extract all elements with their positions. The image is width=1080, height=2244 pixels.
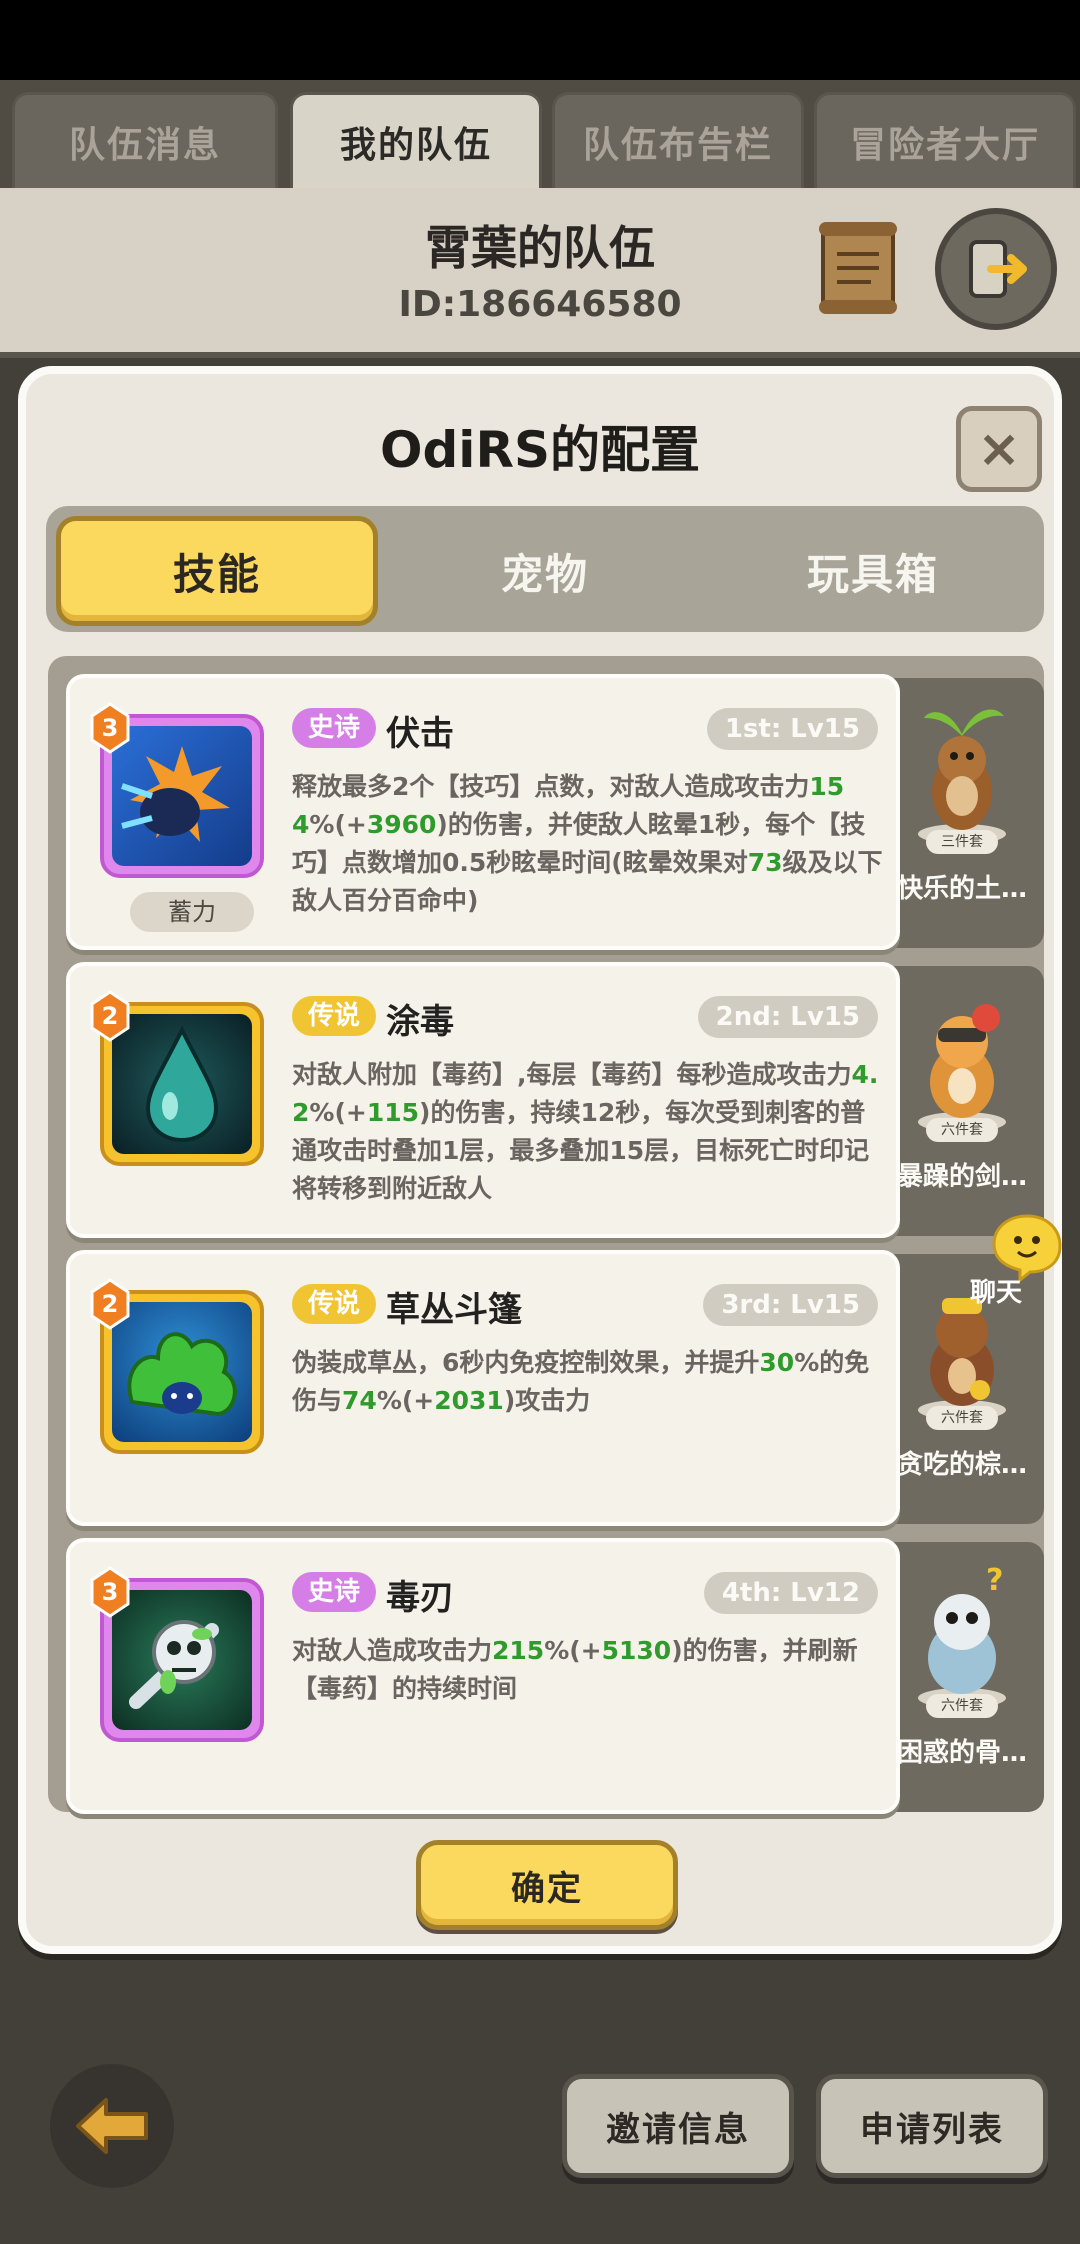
- scroll-icon[interactable]: [815, 218, 901, 318]
- pet-name: 困惑的骨…: [896, 1738, 1027, 1768]
- skill-name: 涂毒: [386, 1002, 454, 1042]
- tab-bar: 队伍消息 我的队伍 队伍布告栏 冒险者大厅: [0, 80, 1080, 188]
- pet-figure-icon: ?: [918, 1563, 1006, 1708]
- pet-name: 快乐的土…: [896, 874, 1027, 904]
- close-button[interactable]: ×: [956, 406, 1042, 492]
- exit-icon: [969, 240, 1027, 298]
- rarity-badge: 史诗: [292, 1572, 377, 1612]
- tab-team-messages[interactable]: 队伍消息: [12, 92, 278, 188]
- config-dialog: OdiRS的配置 × 技能 宠物 玩具箱 三件套 快乐的土… 六件套 暴躁的剑……: [18, 366, 1062, 1954]
- tab-team-board[interactable]: 队伍布告栏: [552, 92, 804, 188]
- pet-item[interactable]: 三件套 快乐的土…: [880, 678, 1044, 948]
- skill-level-badge: 2: [90, 1278, 130, 1330]
- skill-description: 对敌人造成攻击力215%(+5130)的伤害，并刷新【毒药】的持续时间: [292, 1636, 858, 1703]
- skill-card[interactable]: 3 史诗 毒刃 4th: Lv12 对敌人造成攻击力215%(+5130)的伤害…: [66, 1538, 900, 1814]
- skill-slot-level: 2nd: Lv15: [697, 996, 878, 1038]
- dialog-title: OdiRS的配置: [380, 421, 700, 479]
- svg-text:2: 2: [102, 1290, 119, 1318]
- ambush-icon: [121, 746, 230, 842]
- back-arrow-icon: [76, 2098, 148, 2154]
- skill-card[interactable]: 2 传说 草丛斗篷 3rd: Lv15 伪装成草丛，6秒内免疫控制效果，并提升3…: [66, 1250, 900, 1526]
- skill-level-badge: 3: [90, 702, 130, 754]
- tab-adventurer-hall[interactable]: 冒险者大厅: [814, 92, 1076, 188]
- back-button[interactable]: [50, 2064, 174, 2188]
- skill-slot-level: 4th: Lv12: [703, 1572, 878, 1614]
- skill-name: 伏击: [386, 714, 454, 754]
- pet-item[interactable]: ? 六件套 困惑的骨…: [880, 1542, 1044, 1812]
- skill-level-badge: 3: [90, 1566, 130, 1618]
- pet-set-badge: 三件套: [926, 830, 998, 854]
- skill-level-badge: 2: [90, 990, 130, 1042]
- pet-set-badge: 六件套: [926, 1118, 998, 1142]
- pet-figure-icon: [918, 1004, 1006, 1132]
- chat-label: 聊天: [970, 1278, 1023, 1308]
- skill-card[interactable]: 3 蓄力 史诗 伏击 1st: Lv15 释放最多2个【技巧】点数，对敌人造成攻…: [66, 674, 900, 950]
- config-tabs: 技能 宠物 玩具箱: [46, 506, 1044, 632]
- tab-pets[interactable]: 宠物: [384, 516, 706, 626]
- rarity-badge: 传说: [292, 1284, 377, 1324]
- svg-text:?: ?: [986, 1563, 1003, 1598]
- rarity-badge: 传说: [292, 996, 377, 1036]
- team-header: 霄葉的队伍 ID:186646580: [0, 188, 1080, 358]
- skill-list: 三件套 快乐的土… 六件套 暴躁的剑… 六件套 贪吃的棕… ? 六件套 困惑的骨…: [48, 656, 1044, 1814]
- tab-toybox[interactable]: 玩具箱: [712, 516, 1034, 626]
- team-name: 霄葉的队伍: [425, 221, 655, 275]
- poison-blade-icon: [129, 1620, 219, 1709]
- svg-text:3: 3: [102, 714, 119, 742]
- tab-my-team[interactable]: 我的队伍: [290, 92, 542, 188]
- skill-type-tag: 蓄力: [130, 892, 254, 932]
- skill-slot-level: 1st: Lv15: [706, 708, 878, 750]
- skill-description: 释放最多2个【技巧】点数，对敌人造成攻击力154%(+3960)的伤害，并使敌人…: [292, 772, 883, 915]
- exit-team-button[interactable]: [935, 208, 1057, 330]
- skill-name: 草丛斗篷: [386, 1290, 522, 1330]
- status-bar: [0, 0, 1080, 80]
- rarity-badge: 史诗: [292, 708, 377, 748]
- pet-figure-icon: [918, 709, 1006, 844]
- skill-card[interactable]: 2 传说 涂毒 2nd: Lv15 对敌人附加【毒药】,每层【毒药】每秒造成攻击…: [66, 962, 900, 1238]
- pet-set-badge: 六件套: [926, 1406, 998, 1430]
- pet-name: 暴躁的剑…: [896, 1162, 1027, 1192]
- poison-drop-icon: [145, 1025, 219, 1143]
- bush-cloak-icon: [127, 1332, 237, 1417]
- skill-name: 毒刃: [386, 1578, 454, 1618]
- confirm-button[interactable]: 确定: [416, 1840, 678, 1930]
- apply-list-button[interactable]: 申请列表: [816, 2074, 1048, 2178]
- tab-skills[interactable]: 技能: [56, 516, 378, 626]
- team-id: ID:186646580: [398, 284, 682, 325]
- pet-name: 贪吃的棕…: [896, 1450, 1027, 1480]
- skill-slot-level: 3rd: Lv15: [703, 1284, 878, 1326]
- invite-info-button[interactable]: 邀请信息: [562, 2074, 794, 2178]
- svg-text:3: 3: [102, 1578, 119, 1606]
- pet-item[interactable]: 六件套 暴躁的剑…: [880, 966, 1044, 1236]
- svg-text:2: 2: [102, 1002, 119, 1030]
- skill-description: 对敌人附加【毒药】,每层【毒药】每秒造成攻击力4.2%(+115)的伤害，持续1…: [292, 1060, 879, 1203]
- pet-set-badge: 六件套: [926, 1694, 998, 1718]
- skill-description: 伪装成草丛，6秒内免疫控制效果，并提升30%的免伤与74%(+2031)攻击力: [292, 1348, 870, 1415]
